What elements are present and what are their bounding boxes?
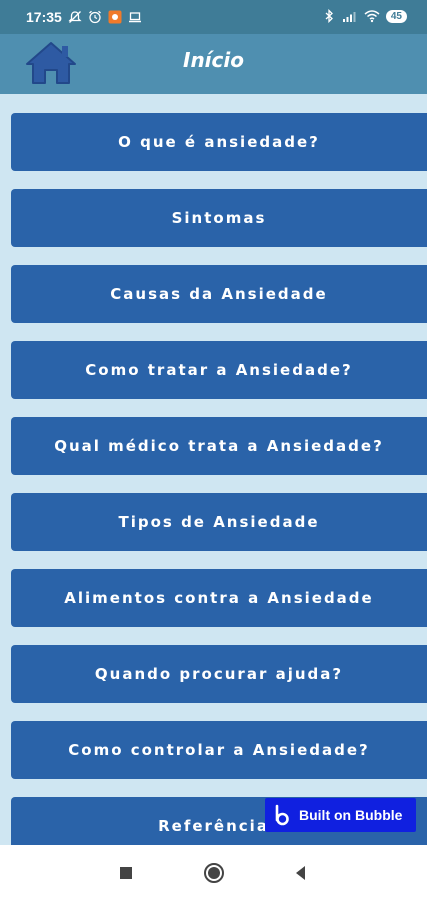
page-title: Início	[183, 48, 244, 72]
menu-button-como-controlar[interactable]: Como controlar a Ansiedade?	[11, 721, 427, 779]
home-circle-icon[interactable]	[203, 862, 225, 884]
system-nav-bar	[0, 845, 427, 900]
menu-button-tipos[interactable]: Tipos de Ansiedade	[11, 493, 427, 551]
notification-app-icon	[108, 10, 122, 24]
laptop-icon	[128, 12, 141, 23]
badge-label: Built on Bubble	[299, 807, 403, 823]
status-right: 45	[322, 9, 407, 23]
menu-button-qual-medico[interactable]: Qual médico trata a Ansiedade?	[11, 417, 427, 475]
menu-button-quando-procurar-ajuda[interactable]: Quando procurar ajuda?	[11, 645, 427, 703]
menu-button-como-tratar[interactable]: Como tratar a Ansiedade?	[11, 341, 427, 399]
menu-button-o-que-e-ansiedade[interactable]: O que é ansiedade?	[11, 113, 427, 171]
menu-button-alimentos[interactable]: Alimentos contra a Ansiedade	[11, 569, 427, 627]
status-left: 17:35	[26, 9, 142, 25]
back-icon[interactable]	[290, 862, 312, 884]
alarm-icon	[88, 10, 101, 24]
recents-icon[interactable]	[115, 862, 137, 884]
signal-icon	[342, 12, 356, 22]
status-time: 17:35	[26, 9, 62, 25]
status-bar: 17:35 45	[0, 0, 427, 34]
menu-button-causas[interactable]: Causas da Ansiedade	[11, 265, 427, 323]
mute-icon	[68, 11, 82, 23]
wifi-icon	[364, 10, 380, 23]
bluetooth-icon	[325, 9, 333, 23]
built-on-bubble-badge[interactable]: Built on Bubble	[265, 798, 416, 832]
menu-button-sintomas[interactable]: Sintomas	[11, 189, 427, 247]
bubble-logo-icon	[275, 804, 289, 826]
battery-icon: 45	[385, 9, 407, 23]
app-bar: Início	[0, 34, 427, 94]
